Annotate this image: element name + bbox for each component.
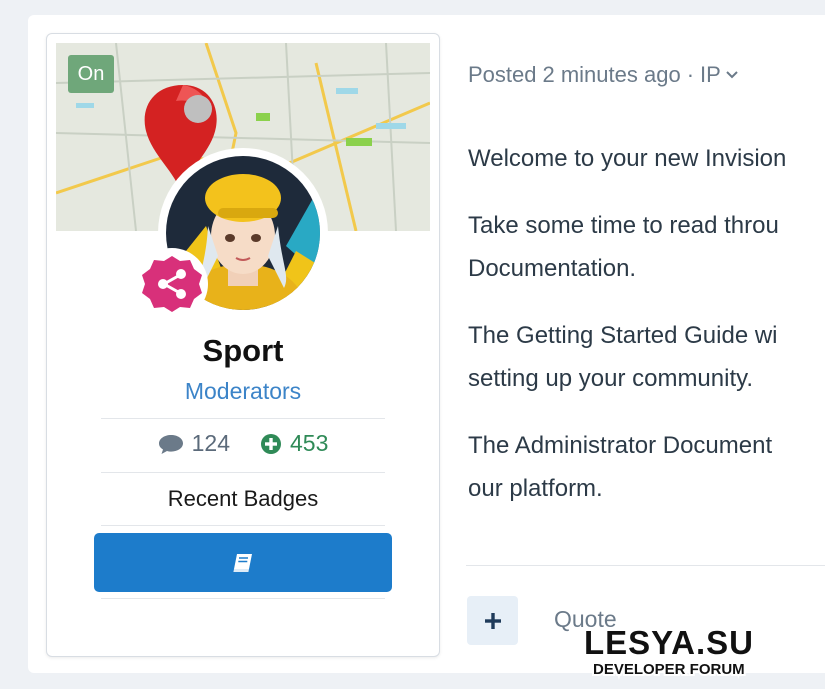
plus-icon bbox=[484, 612, 501, 629]
plus-circle-icon bbox=[261, 433, 281, 454]
view-badges-button[interactable] bbox=[94, 533, 392, 592]
book-icon bbox=[233, 553, 252, 572]
group-badge bbox=[136, 248, 208, 320]
post-paragraph: The Administrator Document bbox=[468, 432, 773, 459]
username[interactable]: Sport bbox=[46, 333, 440, 369]
divider bbox=[101, 418, 385, 419]
post-meta: Posted 2 minutes ago · IP bbox=[468, 62, 738, 88]
post-paragraph: Welcome to your new Invision bbox=[468, 145, 787, 172]
post-paragraph: The Getting Started Guide wi bbox=[468, 322, 778, 349]
divider bbox=[101, 525, 385, 526]
post-count-value: 124 bbox=[191, 430, 230, 456]
reputation-count[interactable]: 453 bbox=[260, 430, 328, 457]
svg-text:DEVELOPER FORUM: DEVELOPER FORUM bbox=[593, 661, 745, 678]
watermark-logo: LESYA.SU LESYA.SU DEVELOPER FORUM DEVELO… bbox=[580, 622, 825, 684]
post-count[interactable]: 124 bbox=[158, 430, 230, 457]
group-link[interactable]: Moderators bbox=[46, 378, 440, 405]
comment-icon bbox=[158, 434, 183, 454]
chevron-down-icon bbox=[726, 71, 738, 79]
divider bbox=[101, 472, 385, 473]
post-paragraph: setting up your community. bbox=[468, 365, 754, 392]
divider bbox=[101, 598, 385, 599]
ip-dropdown[interactable]: IP bbox=[700, 62, 738, 88]
reputation-value: 453 bbox=[290, 430, 329, 456]
post-paragraph: Take some time to read throu bbox=[468, 212, 779, 239]
multiquote-button[interactable] bbox=[467, 596, 518, 645]
post-paragraph: our platform. bbox=[468, 475, 603, 502]
post-time-link[interactable]: 2 minutes ago bbox=[543, 62, 681, 88]
online-status-badge: On bbox=[68, 55, 114, 93]
meta-separator: · bbox=[686, 62, 695, 87]
svg-text:LESYA.SU: LESYA.SU bbox=[584, 624, 754, 661]
post-content: Welcome to your new Invision Take some t… bbox=[468, 137, 825, 534]
post-footer-divider bbox=[466, 565, 825, 566]
recent-badges-heading: Recent Badges bbox=[167, 486, 319, 511]
author-stats: 124 453 bbox=[46, 430, 440, 457]
post-paragraph: Documentation. bbox=[468, 255, 637, 282]
ip-label: IP bbox=[700, 62, 721, 87]
posted-label: Posted bbox=[468, 62, 537, 87]
